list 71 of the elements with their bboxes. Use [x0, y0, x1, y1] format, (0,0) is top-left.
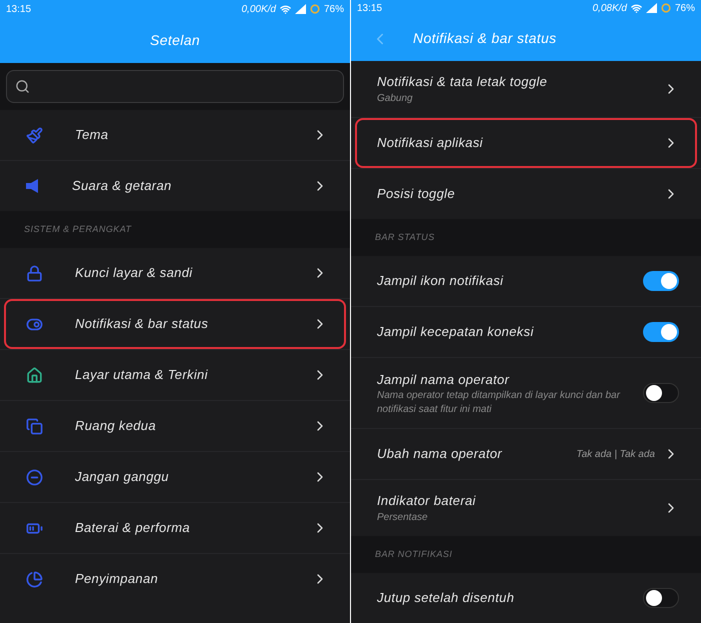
paintbrush-icon: [26, 126, 43, 144]
signal-icon: [294, 4, 306, 14]
signal-icon: [646, 3, 657, 13]
section-header: SISTEM & PERANGKAT: [24, 222, 132, 236]
row-label: Ruang kedua: [75, 417, 157, 436]
toggle-icon: [26, 316, 43, 332]
wifi-icon: [280, 4, 291, 14]
search-icon: [15, 79, 30, 94]
row-label: Jampil ikon notifikasi: [377, 272, 504, 290]
row-label: Jampil nama operator: [377, 370, 510, 389]
network-speed: 0,00K/d: [242, 2, 276, 16]
screen-title: Setelan: [150, 31, 200, 50]
battery-ring-icon: [660, 3, 671, 13]
toggle-switch[interactable]: [643, 383, 679, 403]
row-label: Kunci layar & sandi: [75, 264, 194, 282]
battery-percent: 76%: [324, 2, 344, 16]
row-label: Layar utama & Terkini: [75, 366, 209, 384]
speaker-icon: [26, 179, 40, 193]
settings-row[interactable]: Notifikasi aplikasi: [355, 118, 697, 168]
row-label: Baterai & performa: [75, 519, 191, 538]
settings-row[interactable]: Tema: [4, 110, 346, 160]
battery-percent: 76%: [674, 2, 695, 16]
search-field[interactable]: [6, 70, 344, 103]
row-value: Tak ada | Tak ada: [576, 448, 655, 462]
row-label: Jangan ganggu: [75, 468, 170, 486]
settings-row[interactable]: Baterai & performa: [4, 503, 346, 553]
row-label: Indikator baterai: [377, 492, 477, 510]
battery-ring-icon: [310, 4, 320, 14]
row-label: Jampil kecepatan koneksi: [377, 323, 535, 342]
toggle-switch[interactable]: [643, 271, 679, 291]
toggle-switch[interactable]: [643, 322, 679, 342]
padlock-icon: [26, 264, 43, 282]
settings-row[interactable]: Jangan ganggu: [4, 452, 346, 502]
settings-row[interactable]: Ruang kedua: [4, 401, 346, 451]
row-label: Notifikasi & tata letak toggle: [377, 73, 548, 92]
row-label: Jutup setelah disentuh: [377, 589, 516, 608]
pie-chart-icon: [26, 570, 43, 588]
copy-icon: [26, 418, 43, 434]
row-subtitle: Gabung: [377, 92, 414, 106]
settings-row[interactable]: Kunci layar & sandi: [4, 248, 346, 298]
settings-row[interactable]: Notifikasi & tata letak toggle Gabung: [355, 61, 697, 117]
screen-title: Notifikasi & bar status: [413, 29, 556, 48]
row-subtitle: Persentase: [377, 510, 429, 525]
network-speed: 0,08K/d: [592, 2, 627, 16]
house-icon: [26, 366, 43, 384]
settings-row[interactable]: Jampil ikon notifikasi: [355, 256, 697, 306]
settings-row[interactable]: Jampil kecepatan koneksi: [355, 307, 697, 357]
wifi-icon: [630, 2, 642, 14]
clock-time: 13:15: [357, 2, 382, 16]
clock-time: 13:15: [6, 2, 32, 16]
row-label: Ubah nama operator: [377, 445, 504, 464]
row-label: Penyimpanan: [75, 570, 160, 588]
row-label: Posisi toggle: [377, 185, 456, 204]
settings-row[interactable]: Notifikasi & bar status: [4, 299, 346, 349]
section-header: BAR NOTIFIKASI: [375, 548, 452, 561]
settings-row[interactable]: Indikator baterai Persentase: [355, 480, 697, 536]
settings-row[interactable]: Ubah nama operator Tak ada | Tak ada: [355, 429, 697, 479]
settings-row[interactable]: Penyimpanan: [4, 554, 346, 604]
settings-row[interactable]: Posisi toggle: [355, 169, 697, 219]
settings-row[interactable]: Suara & getaran: [4, 161, 346, 211]
row-subtitle: Nama operator tetap ditampilkan di layar kunci dan bar notifikasi saat fitur ini mati: [377, 389, 622, 416]
settings-row[interactable]: Jampil nama operator Nama operator tetap ditampilkan di layar kunci dan bar notifikasi saat fitur ini mati: [355, 358, 697, 428]
toggle-switch[interactable]: [643, 588, 679, 608]
settings-row[interactable]: Jutup setelah disentuh: [355, 573, 697, 623]
settings-row[interactable]: Layar utama & Terkini: [4, 350, 346, 400]
row-label: Notifikasi & bar status: [75, 315, 210, 334]
section-header: BAR STATUS: [375, 230, 435, 244]
row-label: Suara & getaran: [72, 177, 173, 196]
row-label: Notifikasi aplikasi: [377, 134, 484, 152]
minus-circle-icon: [26, 468, 43, 486]
row-label: Tema: [75, 126, 110, 144]
